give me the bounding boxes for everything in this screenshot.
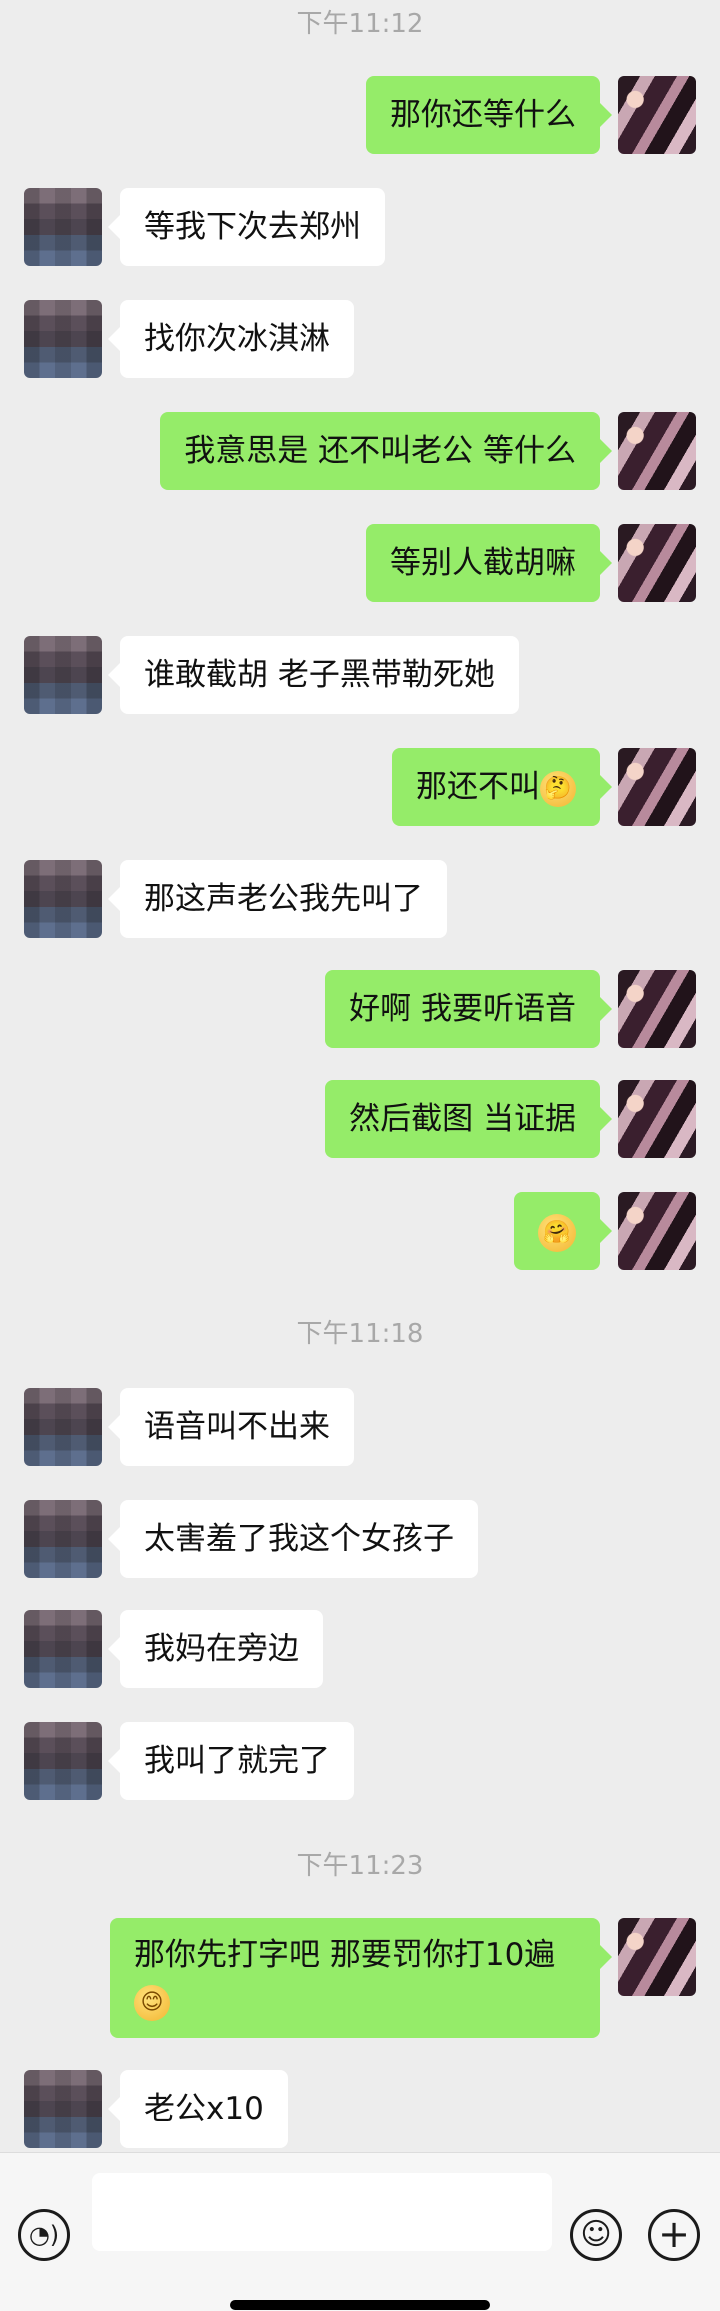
message-text: 语音叫不出来 xyxy=(144,1409,330,1445)
voice-icon[interactable]: ◔) xyxy=(18,2209,70,2261)
avatar[interactable] xyxy=(24,1610,102,1688)
message-bubble-incoming[interactable]: 我叫了就完了 xyxy=(108,1722,354,1800)
message-text: 太害羞了我这个女孩子 xyxy=(144,1521,454,1557)
message-bubble-outgoing[interactable]: 🤗 xyxy=(514,1192,612,1270)
avatar[interactable] xyxy=(24,2070,102,2148)
message-bubble-outgoing[interactable]: 那你还等什么 xyxy=(366,76,612,154)
timestamp: 下午11:23 xyxy=(296,1851,424,1881)
message-text: 我叫了就完了 xyxy=(144,1743,330,1779)
chat-area[interactable]: 下午11:12 那你还等什么 等我下次去郑州 找你次冰淇淋 我意思是 还不叫老公… xyxy=(0,0,720,2152)
input-bar: ◔) ☺ + xyxy=(0,2152,720,2311)
avatar[interactable] xyxy=(24,188,102,266)
plus-icon[interactable]: + xyxy=(648,2209,700,2261)
message-text: 等别人截胡嘛 xyxy=(390,545,576,581)
home-indicator[interactable] xyxy=(230,2300,490,2310)
avatar[interactable] xyxy=(24,860,102,938)
avatar[interactable] xyxy=(24,1722,102,1800)
hugging-face-icon: 🤗 xyxy=(538,1213,576,1252)
avatar[interactable] xyxy=(24,636,102,714)
message-bubble-incoming[interactable]: 我妈在旁边 xyxy=(108,1610,323,1688)
message-text: 老公x10 xyxy=(144,2091,264,2127)
message-text: 那你先打字吧 那要罚你打10遍 xyxy=(134,1937,556,1973)
message-bubble-incoming[interactable]: 等我下次去郑州 xyxy=(108,188,385,266)
smiling-face-icon: 😊 xyxy=(134,1984,170,2021)
smile-icon[interactable]: ☺ xyxy=(570,2209,622,2261)
message-bubble-incoming[interactable]: 老公x10 xyxy=(108,2070,288,2148)
message-bubble-outgoing[interactable]: 然后截图 当证据 xyxy=(325,1080,612,1158)
timestamp: 下午11:12 xyxy=(296,9,424,39)
message-text: 我意思是 还不叫老公 等什么 xyxy=(184,433,576,469)
avatar[interactable] xyxy=(24,300,102,378)
message-bubble-outgoing[interactable]: 那你先打字吧 那要罚你打10遍 😊 xyxy=(110,1918,612,2038)
message-text: 那你还等什么 xyxy=(390,97,576,133)
message-bubble-outgoing[interactable]: 那还不叫 🤔 xyxy=(392,748,612,826)
message-bubble-incoming[interactable]: 太害羞了我这个女孩子 xyxy=(108,1500,478,1578)
thinking-face-icon: 🤔 xyxy=(540,770,576,807)
message-text: 然后截图 当证据 xyxy=(349,1101,576,1137)
message-bubble-outgoing[interactable]: 我意思是 还不叫老公 等什么 xyxy=(160,412,612,490)
avatar[interactable] xyxy=(24,1388,102,1466)
avatar[interactable] xyxy=(618,1192,696,1270)
message-text: 等我下次去郑州 xyxy=(144,209,361,245)
avatar[interactable] xyxy=(618,1080,696,1158)
avatar[interactable] xyxy=(618,524,696,602)
avatar[interactable] xyxy=(618,412,696,490)
message-text: 那这声老公我先叫了 xyxy=(144,881,423,917)
message-bubble-outgoing[interactable]: 好啊 我要听语音 xyxy=(325,970,612,1048)
message-text: 谁敢截胡 老子黑带勒死她 xyxy=(144,657,495,693)
message-input[interactable] xyxy=(92,2173,552,2251)
message-bubble-incoming[interactable]: 语音叫不出来 xyxy=(108,1388,354,1466)
avatar[interactable] xyxy=(618,970,696,1048)
avatar[interactable] xyxy=(618,76,696,154)
message-text: 我妈在旁边 xyxy=(144,1631,299,1667)
avatar[interactable] xyxy=(618,748,696,826)
message-bubble-incoming[interactable]: 谁敢截胡 老子黑带勒死她 xyxy=(108,636,519,714)
message-text: 那还不叫 xyxy=(416,769,540,805)
avatar[interactable] xyxy=(24,1500,102,1578)
message-text: 好啊 我要听语音 xyxy=(349,991,576,1027)
message-bubble-incoming[interactable]: 那这声老公我先叫了 xyxy=(108,860,447,938)
timestamp: 下午11:18 xyxy=(296,1319,424,1349)
message-bubble-outgoing[interactable]: 等别人截胡嘛 xyxy=(366,524,612,602)
message-text: 找你次冰淇淋 xyxy=(144,321,330,357)
avatar[interactable] xyxy=(618,1918,696,1996)
message-bubble-incoming[interactable]: 找你次冰淇淋 xyxy=(108,300,354,378)
